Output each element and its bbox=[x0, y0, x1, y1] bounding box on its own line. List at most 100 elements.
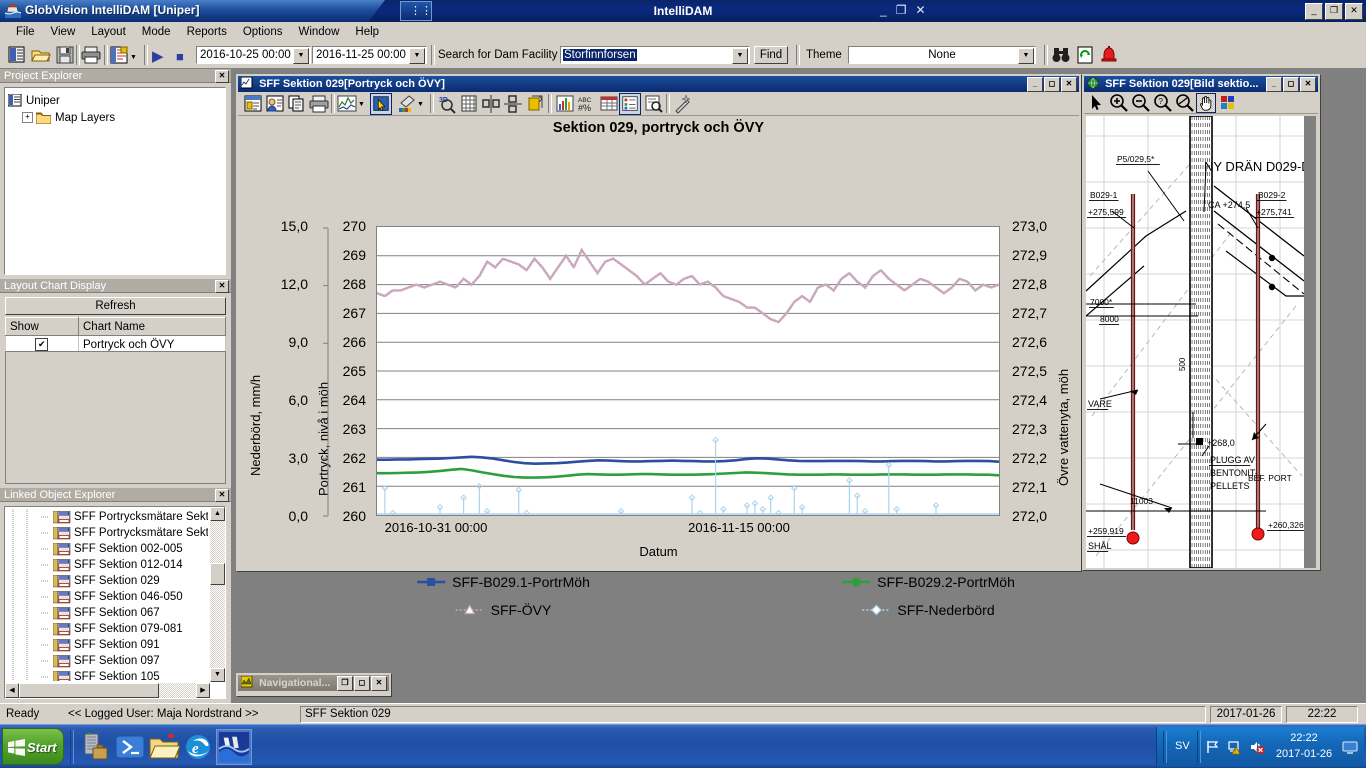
show-desktop-icon[interactable] bbox=[1342, 739, 1358, 755]
menu-item-mode[interactable]: Mode bbox=[134, 24, 179, 40]
chevron-down-icon[interactable]: ▼ bbox=[1018, 48, 1034, 64]
legend-item[interactable]: SFF-B029.2-PortrMöh bbox=[841, 574, 1015, 590]
scroll-left-button[interactable]: ◀ bbox=[5, 683, 19, 698]
tree-node-map-layers[interactable]: + Map Layers bbox=[8, 109, 222, 126]
zoom-question-icon[interactable]: ? bbox=[1153, 93, 1173, 113]
technical-drawing-view[interactable]: NY DRÄN D029-D0 P5/029,5* B029-1 +275,599 B0… bbox=[1086, 116, 1316, 568]
list-item[interactable]: SFF Sektion 079-081 bbox=[7, 621, 208, 637]
taskbar-button-intellidam[interactable] bbox=[216, 729, 252, 765]
chart-list-grid[interactable]: Show Chart Name ✔ Portryck och ÖVY bbox=[5, 317, 226, 354]
close-icon[interactable]: ✕ bbox=[215, 280, 229, 293]
play-icon[interactable]: ▶ bbox=[152, 47, 164, 65]
powershell-icon[interactable] bbox=[114, 731, 146, 763]
print-icon[interactable] bbox=[80, 44, 102, 66]
binoculars-icon[interactable] bbox=[1050, 44, 1072, 66]
save-icon[interactable] bbox=[54, 44, 76, 66]
restore-button[interactable]: ❐ bbox=[1325, 3, 1343, 20]
list-item[interactable]: SFF Sektion 067 bbox=[7, 605, 208, 621]
close-icon[interactable]: ✕ bbox=[1061, 77, 1077, 92]
menu-item-window[interactable]: Window bbox=[290, 24, 347, 40]
scroll-down-button[interactable]: ▼ bbox=[210, 668, 225, 682]
chart-window-buttons[interactable]: _ ◻ ✕ bbox=[1027, 77, 1077, 92]
open-folder-icon[interactable] bbox=[30, 44, 52, 66]
flag-icon[interactable] bbox=[1205, 739, 1221, 755]
navigational-window-minimized[interactable]: Navigational... ❐ ◻ ✕ bbox=[236, 673, 391, 696]
list-item[interactable]: SFF Portrycksmätare Sektion 2 bbox=[7, 509, 208, 525]
list-item[interactable]: SFF Sektion 002-005 bbox=[7, 541, 208, 557]
linked-object-list[interactable]: SFF Portrycksmätare Sektion 2 SFF Portryc… bbox=[7, 509, 208, 681]
properties-icon[interactable] bbox=[242, 93, 264, 115]
date-from-combo[interactable]: 2016-10-25 00:00 ▼ bbox=[196, 46, 311, 64]
zoom-region-icon[interactable] bbox=[1175, 93, 1195, 113]
legend-tool-button[interactable] bbox=[619, 93, 641, 115]
print-icon[interactable] bbox=[308, 93, 330, 115]
list-item[interactable]: SFF Sektion 046-050 bbox=[7, 589, 208, 605]
arrow-pointer-icon[interactable] bbox=[1087, 93, 1107, 113]
chart-window-title-bar[interactable]: SFF Sektion 029[Portryck och ÖVY] _ ◻ ✕ bbox=[238, 76, 1079, 92]
explorer-folder-icon[interactable] bbox=[148, 731, 180, 763]
vertical-scrollbar[interactable]: ▲ ▼ bbox=[210, 507, 225, 682]
color-palette-icon[interactable] bbox=[1220, 95, 1236, 111]
search-dam-facility-combo[interactable]: Storfinnforsen ▼ bbox=[560, 46, 750, 64]
flip-horizontal-icon[interactable] bbox=[480, 93, 502, 115]
chevron-down-icon[interactable]: ▼ bbox=[293, 48, 309, 64]
zoom-in-icon[interactable] bbox=[1109, 93, 1129, 113]
abc-number-icon[interactable]: ABC #% bbox=[576, 93, 598, 115]
window-controls[interactable]: _ ❐ ✕ bbox=[1305, 3, 1363, 20]
internet-explorer-icon[interactable]: e bbox=[182, 731, 214, 763]
menu-item-layout[interactable]: Layout bbox=[83, 24, 134, 40]
minimize-icon[interactable]: _ bbox=[1266, 77, 1282, 92]
3d-zoom-icon[interactable]: 3D bbox=[436, 93, 458, 115]
report-icon[interactable] bbox=[6, 44, 28, 66]
line-chart-icon[interactable] bbox=[336, 93, 358, 115]
tree-node-uniper[interactable]: Uniper bbox=[8, 92, 222, 109]
clock-time[interactable]: 22:22 bbox=[1269, 732, 1339, 744]
list-item[interactable]: SFF Sektion 105 bbox=[7, 669, 208, 681]
maximize-icon[interactable]: ◻ bbox=[354, 676, 370, 691]
list-item[interactable]: SFF Sektion 029 bbox=[7, 573, 208, 589]
zoom-out-icon[interactable] bbox=[1131, 93, 1151, 113]
wand-icon[interactable] bbox=[672, 93, 694, 115]
drawing-window[interactable]: SFF Sektion 029[Bild sektio... _ ◻ ✕ ? N… bbox=[1082, 74, 1320, 570]
maximize-icon[interactable]: ◻ bbox=[1044, 77, 1060, 92]
menu-item-help[interactable]: Help bbox=[347, 24, 387, 40]
copy-icon[interactable] bbox=[286, 93, 308, 115]
volume-muted-icon[interactable] bbox=[1249, 739, 1265, 755]
pointer-select-tool-button[interactable] bbox=[370, 93, 392, 115]
scroll-thumb-horizontal[interactable] bbox=[19, 683, 159, 698]
pan-hand-tool-button[interactable] bbox=[1196, 93, 1216, 113]
navigational-window-buttons[interactable]: ❐ ◻ ✕ bbox=[337, 676, 387, 691]
menu-item-view[interactable]: View bbox=[43, 24, 84, 40]
chevron-down-icon[interactable]: ▼ bbox=[732, 48, 748, 64]
scroll-thumb[interactable] bbox=[210, 563, 225, 585]
scroll-right-button[interactable]: ▶ bbox=[196, 683, 210, 698]
date-to-combo[interactable]: 2016-11-25 00:00 ▼ bbox=[312, 46, 427, 64]
close-icon[interactable]: ✕ bbox=[215, 489, 229, 502]
checkbox-checked-icon[interactable]: ✔ bbox=[35, 338, 49, 351]
list-item[interactable]: SFF Sektion 091 bbox=[7, 637, 208, 653]
close-icon[interactable]: ✕ bbox=[1300, 77, 1316, 92]
refresh-button[interactable]: Refresh bbox=[5, 297, 226, 315]
table-icon[interactable] bbox=[598, 93, 620, 115]
close-button[interactable]: ✕ bbox=[1345, 3, 1363, 20]
menu-item-options[interactable]: Options bbox=[235, 24, 291, 40]
tools-icon[interactable] bbox=[80, 731, 112, 763]
start-button[interactable]: Start bbox=[2, 728, 64, 765]
preview-icon[interactable] bbox=[643, 93, 665, 115]
legend-item[interactable]: SFF-B029.1-PortrMöh bbox=[416, 574, 590, 590]
menu-bar[interactable]: File View Layout Mode Reports Options Wi… bbox=[0, 22, 1366, 41]
chart-window[interactable]: SFF Sektion 029[Portryck och ÖVY] _ ◻ ✕ bbox=[236, 74, 1081, 618]
plot-area[interactable] bbox=[376, 226, 1000, 516]
linked-object-tree[interactable]: SFF Portrycksmätare Sektion 2 SFF Portryc… bbox=[4, 506, 226, 699]
restore-icon[interactable]: ❐ bbox=[337, 676, 353, 691]
theme-combo[interactable]: None ▼ bbox=[848, 46, 1036, 64]
maximize-icon[interactable]: ◻ bbox=[1283, 77, 1299, 92]
chart-canvas[interactable]: Sektion 029, portryck och ÖVY Nederbörd,… bbox=[238, 116, 1079, 618]
list-item[interactable]: SFF Sektion 012-014 bbox=[7, 557, 208, 573]
list-item[interactable]: SFF Portrycksmätare Sektion 2 bbox=[7, 525, 208, 541]
horizontal-scrollbar[interactable]: ◀ ▶ bbox=[5, 683, 210, 698]
menu-item-file[interactable]: File bbox=[8, 24, 43, 40]
network-warning-icon[interactable]: ! bbox=[1227, 739, 1243, 755]
drawing-window-buttons[interactable]: _ ◻ ✕ bbox=[1266, 77, 1316, 92]
legend-item[interactable]: SFF-Nederbörd bbox=[861, 602, 995, 618]
